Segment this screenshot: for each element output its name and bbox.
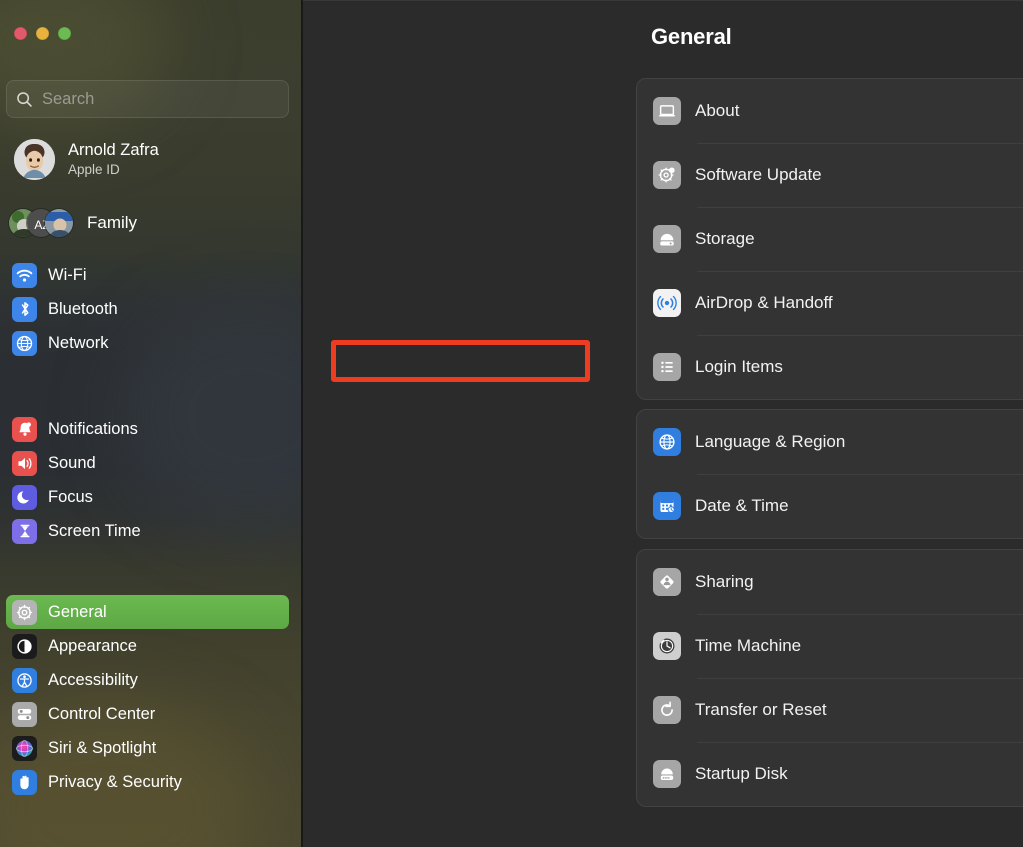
minimize-button[interactable] [36, 27, 49, 40]
sidebar-group-system: General Appearance Accessibility Control… [0, 595, 303, 799]
sidebar-item-sound[interactable]: Sound [6, 446, 289, 480]
row-label: Sharing [695, 572, 754, 591]
privacy-hand-icon [12, 769, 37, 795]
search-input[interactable] [42, 89, 288, 109]
window-controls [14, 27, 71, 40]
row-time-machine[interactable]: Time Machine [637, 614, 1023, 678]
search-field[interactable] [6, 80, 289, 118]
accessibility-person-icon [12, 667, 37, 693]
settings-sidebar: Arnold Zafra Apple ID AZ [0, 0, 303, 847]
notifications-bell-icon [12, 416, 37, 442]
control-center-toggles-icon [12, 701, 37, 727]
sidebar-item-label: Accessibility [48, 670, 138, 689]
sidebar-item-bluetooth[interactable]: Bluetooth [6, 292, 289, 326]
sidebar-item-control-center[interactable]: Control Center [6, 697, 289, 731]
network-globe-icon [12, 330, 37, 356]
row-login-items[interactable]: Login Items [637, 335, 1023, 399]
sidebar-item-label: Sound [48, 453, 96, 472]
row-software-update[interactable]: Software Update [637, 143, 1023, 207]
sidebar-item-accessibility[interactable]: Accessibility [6, 663, 289, 697]
zoom-button[interactable] [58, 27, 71, 40]
row-label: AirDrop & Handoff [695, 293, 833, 312]
sharing-icon [653, 568, 681, 596]
row-label: Login Items [695, 357, 783, 376]
about-laptop-icon [653, 97, 681, 125]
sidebar-item-label: Appearance [48, 636, 137, 655]
row-label: About [695, 101, 740, 120]
sidebar-item-label: Notifications [48, 419, 138, 438]
sidebar-item-label: Privacy & Security [48, 772, 182, 791]
row-airdrop-handoff[interactable]: AirDrop & Handoff [637, 271, 1023, 335]
sidebar-item-label: Control Center [48, 704, 156, 723]
row-label: Time Machine [695, 636, 802, 655]
row-storage[interactable]: Storage [637, 207, 1023, 271]
sidebar-item-label: Siri & Spotlight [48, 738, 157, 757]
row-label: Date & Time [695, 496, 789, 515]
siri-orb-icon [12, 735, 37, 761]
settings-group-1: About Software Update Storage AirDrop & … [636, 78, 1023, 400]
sidebar-item-notifications[interactable]: Notifications [6, 412, 289, 446]
sidebar-item-focus[interactable]: Focus [6, 480, 289, 514]
sidebar-item-label: Bluetooth [48, 299, 118, 318]
row-transfer-or-reset[interactable]: Transfer or Reset [637, 678, 1023, 742]
startup-disk-icon [653, 760, 681, 788]
page-title: General [651, 24, 732, 49]
family-row[interactable]: AZ Family [8, 203, 137, 243]
system-settings-window: Arnold Zafra Apple ID AZ [0, 0, 1023, 847]
search-icon [16, 91, 33, 108]
sidebar-item-general[interactable]: General [6, 595, 289, 629]
date-time-calendar-icon [653, 492, 681, 520]
family-avatars: AZ [8, 208, 74, 238]
sidebar-item-privacy-security[interactable]: Privacy & Security [6, 765, 289, 799]
sidebar-item-wi-fi[interactable]: Wi-Fi [6, 258, 289, 292]
row-label: Language & Region [695, 432, 846, 451]
software-update-gear-icon [653, 161, 681, 189]
time-machine-clock-icon [653, 632, 681, 660]
login-items-list-icon [653, 353, 681, 381]
settings-group-3: Sharing Time Machine Transfer or Reset S… [636, 549, 1023, 807]
sidebar-group-alerts: Notifications Sound Focus Screen Time [0, 412, 303, 548]
row-label: Transfer or Reset [695, 700, 827, 719]
wifi-icon [12, 262, 37, 288]
row-sharing[interactable]: Sharing [637, 550, 1023, 614]
account-subtitle: Apple ID [68, 161, 120, 177]
sidebar-item-appearance[interactable]: Appearance [6, 629, 289, 663]
settings-detail-pane: General About Software Update Storage Ai… [303, 0, 1023, 847]
family-avatar-3 [44, 208, 74, 238]
sidebar-item-network[interactable]: Network [6, 326, 289, 360]
sidebar-item-screen-time[interactable]: Screen Time [6, 514, 289, 548]
close-button[interactable] [14, 27, 27, 40]
row-date-time[interactable]: Date & Time [637, 474, 1023, 538]
row-label: Startup Disk [695, 764, 788, 783]
sidebar-item-label: Wi-Fi [48, 265, 87, 284]
sidebar-item-label: Screen Time [48, 521, 141, 540]
focus-moon-icon [12, 484, 37, 510]
language-globe-icon [653, 428, 681, 456]
airdrop-icon [653, 289, 681, 317]
row-startup-disk[interactable]: Startup Disk [637, 742, 1023, 806]
row-label: Software Update [695, 165, 822, 184]
storage-drive-icon [653, 225, 681, 253]
bluetooth-icon [12, 296, 37, 322]
sound-speaker-icon [12, 450, 37, 476]
general-gear-icon [12, 599, 37, 625]
row-label: Storage [695, 229, 755, 248]
screen-time-hourglass-icon [12, 518, 37, 544]
sidebar-item-label: General [48, 602, 107, 621]
row-language-region[interactable]: Language & Region [637, 410, 1023, 474]
family-label: Family [87, 213, 138, 232]
sidebar-item-label: Focus [48, 487, 93, 506]
apple-id-account-row[interactable]: Arnold Zafra Apple ID [10, 137, 293, 181]
sidebar-group-network: Wi-Fi Bluetooth Network [0, 258, 303, 360]
appearance-contrast-icon [12, 633, 37, 659]
sidebar-item-siri-spotlight[interactable]: Siri & Spotlight [6, 731, 289, 765]
row-about[interactable]: About [637, 79, 1023, 143]
user-avatar [14, 138, 55, 180]
settings-group-2: Language & Region Date & Time [636, 409, 1023, 539]
transfer-reset-arrow-icon [653, 696, 681, 724]
account-name: Arnold Zafra [68, 141, 159, 160]
sidebar-item-label: Network [48, 333, 109, 352]
